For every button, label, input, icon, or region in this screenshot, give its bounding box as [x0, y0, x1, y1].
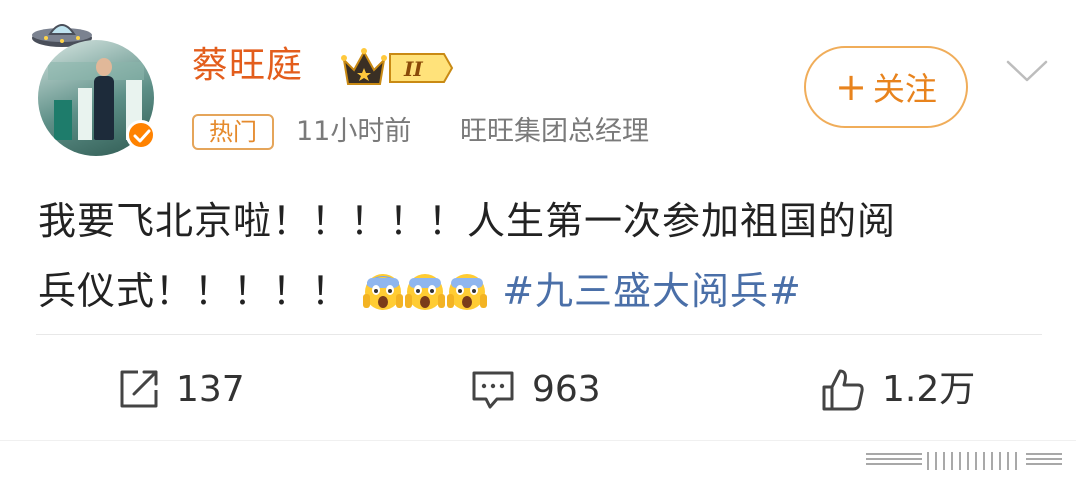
- thumbs-up-icon: [822, 369, 864, 411]
- hashtag-link[interactable]: #九三盛大阅兵#: [502, 269, 802, 313]
- comment-button[interactable]: 963: [470, 360, 601, 420]
- like-count: 1.2万: [882, 369, 976, 410]
- chevron-down-icon[interactable]: [1004, 56, 1050, 84]
- post-time: 11小时前: [296, 116, 412, 147]
- verified-badge-icon: [126, 120, 156, 150]
- scared-face-emoji-icon: [363, 274, 404, 310]
- hot-tag: 热门: [192, 114, 274, 150]
- scared-face-emoji-icon: [405, 274, 446, 310]
- vip-level: II: [403, 57, 423, 81]
- follow-label: 关注: [872, 70, 937, 108]
- comment-count: 963: [532, 369, 601, 410]
- like-button[interactable]: 1.2万: [820, 360, 975, 420]
- post-content: 我要飞北京啦！！！！！人生第一次参加祖国的阅 兵仪式！！！！！ #九三盛大阅兵#: [38, 186, 1048, 326]
- post-text-line2: 兵仪式！！！！！: [38, 269, 351, 313]
- follow-button[interactable]: + 关注: [804, 46, 968, 128]
- watermark-lines-icon: [866, 452, 1062, 470]
- author-avatar-wrap[interactable]: [28, 14, 168, 160]
- repost-icon: [120, 370, 158, 408]
- repost-count: 137: [176, 369, 245, 410]
- plus-icon: +: [835, 65, 867, 109]
- vip-crown-badge-icon: II: [341, 48, 454, 85]
- bottom-divider: [0, 440, 1076, 441]
- post-text-line1: 我要飞北京啦！！！！！人生第一次参加祖国的阅: [38, 199, 897, 243]
- scared-face-emoji-icon: [447, 274, 488, 310]
- author-description: 旺旺集团总经理: [460, 116, 649, 147]
- divider: [36, 334, 1042, 335]
- repost-button[interactable]: 137: [116, 360, 245, 420]
- comment-icon: [472, 371, 514, 409]
- author-name[interactable]: 蔡旺庭: [192, 42, 303, 90]
